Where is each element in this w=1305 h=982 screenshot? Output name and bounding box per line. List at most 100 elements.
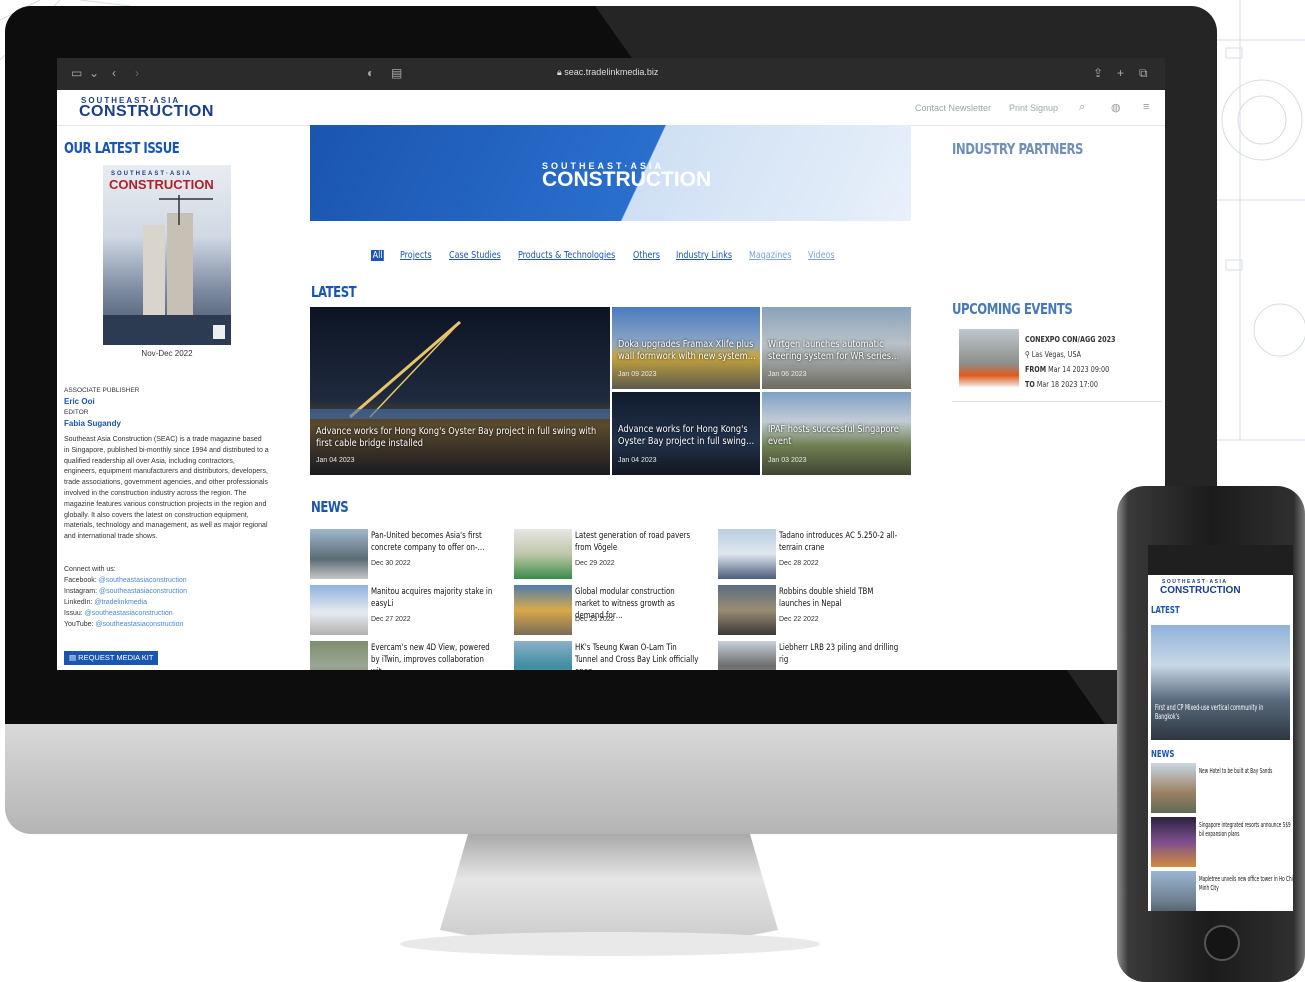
site-banner: SOUTHEAST·ASIA CONSTRUCTION: [310, 125, 911, 221]
search-icon[interactable]: ⌕: [1079, 101, 1085, 114]
share-icon[interactable]: ⇪: [1093, 66, 1103, 80]
news-thumbnail: [718, 641, 776, 670]
phone-news-item[interactable]: Singapore integrated resorts announce S$…: [1151, 817, 1291, 867]
social-instagram[interactable]: Instagram: @southeastasiaconstruction: [64, 588, 187, 595]
news-date: Dec 22 2022: [779, 616, 819, 623]
social-handle[interactable]: @southeastasiaconstruction: [85, 610, 173, 617]
news-item[interactable]: Evercam's new 4D View, powered by iTwin,…: [310, 641, 502, 670]
featured-article-main[interactable]: Advance works for Hong Kong's Oyster Bay…: [310, 307, 610, 475]
associate-publisher-label: ASSOCIATE PUBLISHER: [64, 387, 140, 394]
tab-projects[interactable]: Projects: [400, 250, 432, 261]
header-logo[interactable]: CONSTRUCTION: [79, 103, 214, 121]
news-date: Dec 29 2022: [575, 560, 615, 567]
left-sidebar: OUR LATEST ISSUE SOUTHEAST·ASIA CONSTRUC…: [57, 125, 287, 670]
reader-icon[interactable]: ▤: [391, 66, 402, 80]
featured-date: Jan 03 2023: [768, 457, 807, 464]
news-item[interactable]: Liebherr LRB 23 piling and drilling rig: [718, 641, 910, 670]
featured-title: IPAF hosts successful Singapore event: [768, 424, 899, 447]
url-text: seac.tradelinkmedia.biz: [564, 67, 659, 77]
phone-news-title: Mapletree unveils new office tower in Ho…: [1199, 875, 1293, 892]
connect-label: Connect with us:: [64, 566, 116, 573]
phone-news-title: Singapore integrated resorts announce S$…: [1199, 821, 1291, 838]
sidebar-toggle-icon[interactable]: ▭: [71, 66, 82, 80]
social-handle[interactable]: @southeastasiaconstruction: [99, 588, 187, 595]
news-item[interactable]: Manitou acquires majority stake in easyL…: [310, 585, 502, 637]
site-header: SOUTHEAST·ASIA CONSTRUCTION Contact News…: [57, 90, 1165, 126]
event-to-value: Mar 18 2023 17:00: [1036, 380, 1098, 389]
news-item[interactable]: Tadano introduces AC 5.250-2 all-terrain…: [718, 529, 910, 581]
header-link-print-signup[interactable]: Print Signup: [1009, 103, 1058, 113]
featured-article[interactable]: Doka upgrades Framax Xlife plus wall for…: [612, 307, 760, 389]
tab-all[interactable]: All: [371, 250, 385, 261]
back-icon[interactable]: ‹: [112, 66, 116, 80]
tab-videos[interactable]: Videos: [808, 250, 835, 261]
magazine-cover[interactable]: SOUTHEAST·ASIA CONSTRUCTION: [103, 165, 231, 345]
social-handle[interactable]: @tradelinkmedia: [94, 599, 147, 606]
tabs-overview-icon[interactable]: ⧉: [1139, 66, 1148, 81]
news-thumbnail: [718, 585, 776, 635]
phone-hero-title: First and CP Mixed-use vertical communit…: [1155, 703, 1264, 721]
tab-products-technologies[interactable]: Products & Technologies: [518, 250, 615, 261]
phone-news-thumbnail: [1151, 763, 1196, 813]
news-title: Tadano introduces AC 5.250-2 all-terrain…: [779, 531, 898, 553]
tab-industry-links[interactable]: Industry Links: [676, 250, 732, 261]
header-link-newsletter[interactable]: Contact Newsletter: [915, 103, 991, 113]
url-bar[interactable]: 🔒︎ seac.tradelinkmedia.biz: [557, 67, 658, 78]
featured-article[interactable]: Advance works for Hong Kong's Oyster Bay…: [612, 392, 760, 475]
social-label: LinkedIn:: [64, 599, 93, 606]
phone-logo[interactable]: CONSTRUCTION: [1160, 585, 1241, 596]
forward-icon[interactable]: ›: [135, 66, 139, 80]
featured-article[interactable]: IPAF hosts successful Singapore event Ja…: [762, 392, 911, 475]
news-date: Dec 27 2022: [371, 616, 411, 623]
phone-news-thumbnail: [1151, 871, 1196, 911]
browser-toolbar: ▭ ⌄ ‹ › ◐ ▤ 🔒︎ seac.tradelinkmedia.biz ⇪…: [57, 58, 1165, 90]
event-from-value: Mar 14 2023 09:00: [1048, 365, 1110, 374]
featured-date: Jan 04 2023: [618, 457, 657, 464]
social-label: Issuu:: [64, 610, 83, 617]
phone-hero-article[interactable]: First and CP Mixed-use vertical communit…: [1151, 625, 1290, 740]
new-tab-icon[interactable]: +: [1117, 66, 1124, 80]
phone-news-title: New Hotel to be built at Bay Sands: [1199, 767, 1273, 775]
request-media-kit-button[interactable]: ▤ REQUEST MEDIA KIT: [64, 651, 159, 665]
phone-home-button[interactable]: [1204, 925, 1240, 961]
featured-date: Jan 04 2023: [316, 457, 355, 464]
tab-magazines[interactable]: Magazines: [749, 250, 791, 261]
location-pin-icon: ⚲: [1025, 350, 1030, 359]
social-facebook[interactable]: Facebook: @southeastasiaconstruction: [64, 577, 187, 584]
social-handle[interactable]: @southeastasiaconstruction: [99, 577, 187, 584]
shield-icon[interactable]: ◐: [367, 66, 374, 80]
news-heading: NEWS: [311, 498, 349, 516]
social-handle[interactable]: @southeastasiaconstruction: [95, 621, 183, 628]
phone-latest-heading: LATEST: [1151, 605, 1180, 616]
phone-news-item[interactable]: New Hotel to be built at Bay Sands: [1151, 763, 1290, 813]
user-icon[interactable]: ◍: [1111, 101, 1121, 114]
chevron-down-icon[interactable]: ⌄: [89, 66, 99, 80]
upcoming-events-heading: UPCOMING EVENTS: [952, 300, 1073, 318]
social-linkedin[interactable]: LinkedIn: @tradelinkmedia: [64, 599, 147, 606]
news-item[interactable]: Pan-United becomes Asia's first concrete…: [310, 529, 502, 581]
latest-heading: LATEST: [311, 283, 357, 301]
cover-building-illustration: [103, 195, 231, 345]
tab-case-studies[interactable]: Case Studies: [449, 250, 501, 261]
featured-title: Advance works for Hong Kong's Oyster Bay…: [618, 424, 755, 447]
document-icon: ▤: [69, 653, 79, 662]
news-thumbnail: [310, 585, 368, 635]
associate-publisher-name[interactable]: Eric Ooi: [64, 397, 95, 406]
news-item[interactable]: Global modular construction market to wi…: [514, 585, 706, 637]
imac-chin: [5, 724, 1217, 834]
news-date: Dec 28 2022: [779, 560, 819, 567]
social-youtube[interactable]: YouTube: @southeastasiaconstruction: [64, 621, 183, 628]
news-item[interactable]: Latest generation of road pavers from Vö…: [514, 529, 706, 581]
news-item[interactable]: HK's Tseung Kwan O-Lam Tin Tunnel and Cr…: [514, 641, 706, 670]
news-item[interactable]: Robbins double shield TBM launches in Ne…: [718, 585, 910, 637]
menu-icon[interactable]: ≡: [1143, 101, 1149, 113]
news-thumbnail: [718, 529, 776, 579]
event-thumbnail[interactable]: [959, 329, 1019, 387]
social-issuu[interactable]: Issuu: @southeastasiaconstruction: [64, 610, 173, 617]
news-title: Pan-United becomes Asia's first concrete…: [371, 531, 485, 553]
event-name[interactable]: CONEXPO CON/AGG 2023: [1025, 335, 1116, 344]
phone-news-item[interactable]: Mapletree unveils new office tower in Ho…: [1151, 871, 1293, 911]
editor-name[interactable]: Fabia Sugandy: [64, 419, 121, 428]
tab-others[interactable]: Others: [633, 250, 660, 261]
featured-article[interactable]: Wirtgen launches automatic steering syst…: [762, 307, 911, 389]
